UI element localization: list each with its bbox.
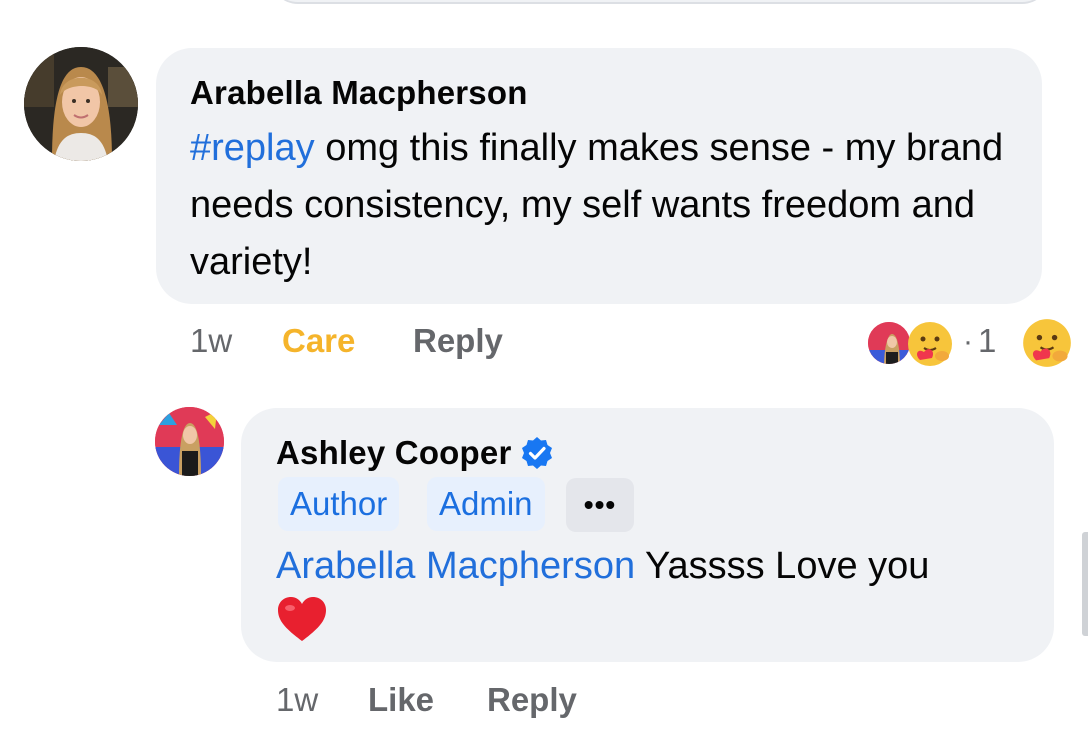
- more-options-button[interactable]: •••: [566, 478, 634, 532]
- reply-timestamp[interactable]: 1w: [276, 681, 318, 719]
- reply-author-name[interactable]: Ashley Cooper: [276, 434, 512, 472]
- comment-text: #replay omg this finally makes sense - m…: [190, 120, 1030, 291]
- care-emoji-icon[interactable]: [1021, 317, 1073, 369]
- reply-body: Yassss Love you: [635, 545, 930, 587]
- hashtag-link[interactable]: #replay: [190, 127, 315, 169]
- avatar[interactable]: [24, 47, 138, 161]
- mention-link[interactable]: Arabella Macpherson: [276, 545, 635, 587]
- reaction-count[interactable]: 1: [978, 322, 996, 360]
- comment-author-name[interactable]: Arabella Macpherson: [190, 74, 528, 112]
- care-emoji-icon: [908, 322, 952, 366]
- avatar-photo-icon: [24, 47, 138, 161]
- reaction-summary[interactable]: · 1: [866, 317, 1076, 369]
- care-reaction-button[interactable]: Care: [282, 322, 355, 360]
- scrollbar[interactable]: [1082, 532, 1088, 636]
- verified-badge-icon: [521, 437, 552, 469]
- avatar-photo-icon: [155, 407, 224, 476]
- author-badge: Author: [278, 477, 400, 531]
- reaction-separator: ·: [963, 325, 973, 358]
- reply-button[interactable]: Reply: [413, 322, 503, 360]
- previous-comment-bubble: [270, 0, 1050, 4]
- comment-timestamp[interactable]: 1w: [190, 322, 232, 360]
- like-button[interactable]: Like: [368, 681, 434, 719]
- admin-badge: Admin: [427, 477, 545, 531]
- avatar[interactable]: [155, 407, 224, 476]
- reply-text: Arabella Macpherson Yassss Love you: [276, 538, 1036, 656]
- heart-emoji-icon: [276, 597, 328, 648]
- reply-author: Ashley Cooper: [276, 434, 554, 472]
- reply-button[interactable]: Reply: [487, 681, 577, 719]
